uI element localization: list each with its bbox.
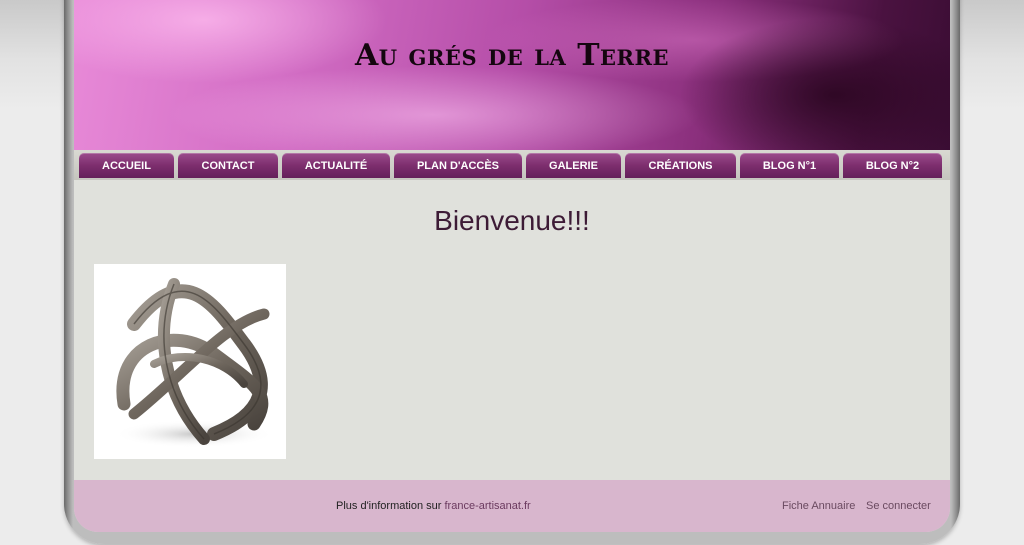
nav-item-creations[interactable]: CRÉATIONS — [625, 153, 736, 178]
site-header-banner: Au grés de la Terre — [74, 0, 950, 150]
main-navigation: ACCUEIL CONTACT ACTUALITÉ PLAN D'ACCÈS G… — [74, 150, 950, 180]
nav-item-blog-1[interactable]: BLOG N°1 — [740, 153, 839, 178]
footer-info-text: Plus d'information sur — [336, 500, 442, 512]
nav-item-galerie[interactable]: GALERIE — [526, 153, 621, 178]
nav-item-actualite[interactable]: ACTUALITÉ — [282, 153, 390, 178]
welcome-heading: Bienvenue!!! — [434, 205, 590, 236]
nav-item-contact[interactable]: CONTACT — [178, 153, 278, 178]
knot-sculpture-image — [114, 278, 274, 448]
nav-item-accueil[interactable]: ACCUEIL — [79, 153, 174, 178]
fiche-annuaire-link[interactable]: Fiche Annuaire — [782, 500, 855, 512]
site-footer: Plus d'information sur france-artisanat.… — [74, 480, 950, 532]
site-title: Au grés de la Terre — [355, 38, 669, 73]
se-connecter-link[interactable]: Se connecter — [866, 500, 931, 512]
page-container: Au grés de la Terre ACCUEIL CONTACT ACTU… — [74, 0, 950, 532]
footer-info: Plus d'information sur france-artisanat.… — [336, 500, 531, 512]
nav-item-blog-2[interactable]: BLOG N°2 — [843, 153, 942, 178]
sculpture-photo — [94, 264, 286, 459]
france-artisanat-link[interactable]: france-artisanat.fr — [445, 500, 531, 512]
nav-item-plan-acces[interactable]: PLAN D'ACCÈS — [394, 153, 522, 178]
